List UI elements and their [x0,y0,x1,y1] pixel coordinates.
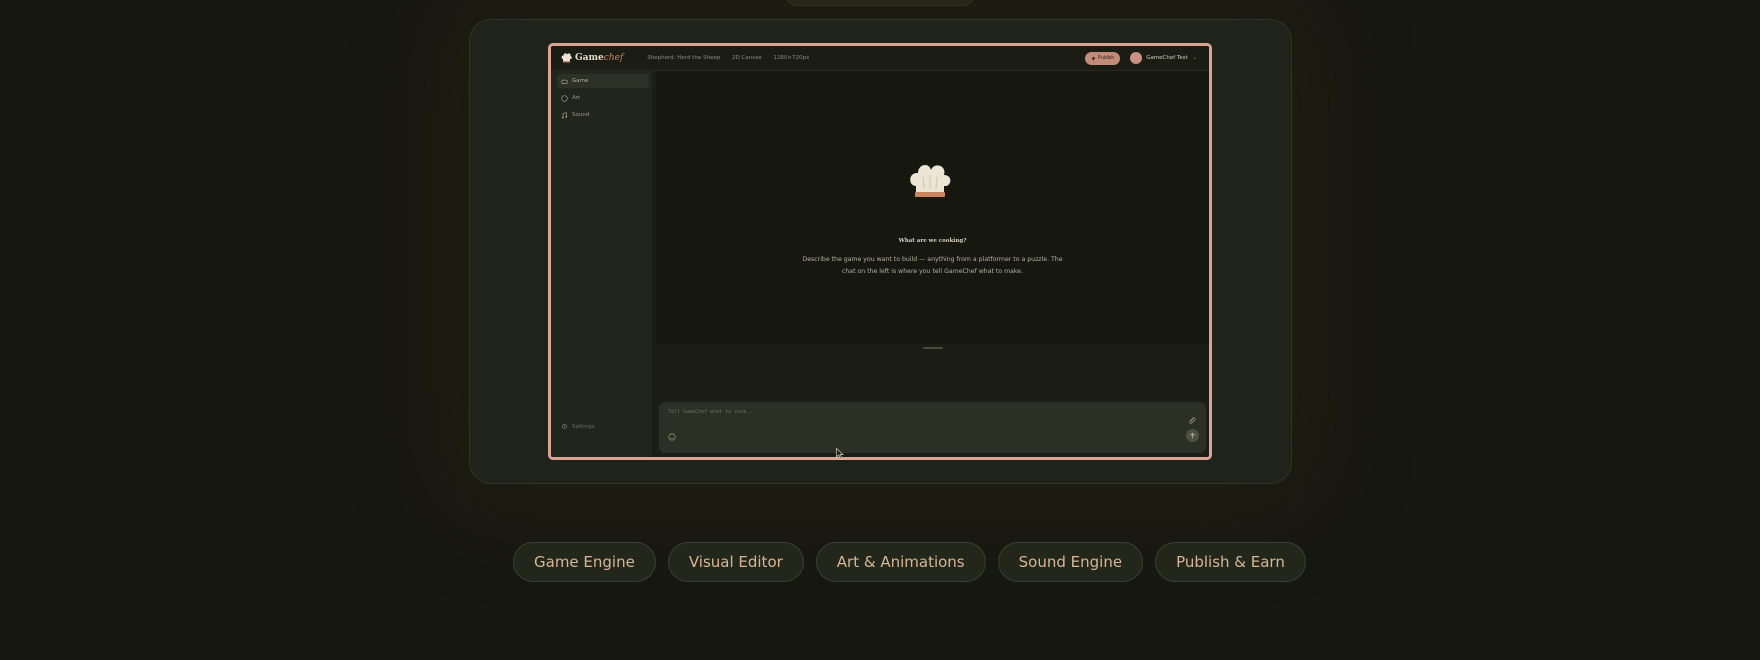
publish-button[interactable]: Publish [1084,51,1121,65]
breadcrumb-resolution: 1280×720px [773,55,810,61]
breadcrumb-separator: · [725,55,727,61]
feature-game-engine[interactable]: Game Engine [513,542,656,582]
sidebar-item-art[interactable]: Art [557,91,649,105]
sidebar-item-label: Art [572,95,581,101]
feature-art-animations[interactable]: Art & Animations [815,542,986,582]
chat-placeholder: Tell GameChef what to cook... [668,409,756,415]
chef-hat-icon [910,164,951,197]
breadcrumb: Shepherd: Herd the Sheep · 2D Canvas · 1… [647,55,809,61]
app-header: Game chef Shepherd: Herd the Sheep · 2D … [551,46,1209,71]
user-name: GameChef Test [1146,55,1188,61]
arrow-up-icon [1190,432,1195,439]
breadcrumb-separator: · [766,55,769,61]
sidebar-item-game[interactable]: Game [557,74,649,88]
breadcrumb-canvas-type: 2D Canvas [731,55,762,61]
emoji-icon[interactable] [668,433,676,441]
logo[interactable]: Game chef [561,53,623,63]
resize-handle[interactable] [923,347,943,349]
top-nav-pill[interactable] [784,0,976,6]
feature-publish-earn[interactable]: Publish & Earn [1155,542,1306,582]
paperclip-icon[interactable] [1187,416,1196,425]
game-preview: What are we cooking? Describe the game y… [656,71,1209,344]
chef-hat-icon [561,53,572,63]
avatar [1130,52,1143,64]
feature-list: Game Engine Visual Editor Art & Animatio… [513,542,1306,582]
sidebar-item-settings[interactable]: Settings [561,423,595,430]
header-actions: Publish GameChef Test ⌄ [1084,51,1197,65]
breadcrumb-project[interactable]: Shepherd: Herd the Sheep [647,55,720,61]
chevron-down-icon: ⌄ [1192,55,1197,61]
user-menu[interactable]: GameChef Test ⌄ [1130,52,1197,64]
sidebar-item-label: Sound [572,112,590,118]
sidebar-settings-label: Settings [572,423,595,430]
logo-word-chef: chef [603,53,624,63]
sidebar-item-label: Game [572,78,589,84]
publish-label: Publish [1097,55,1115,61]
empty-state-description: Describe the game you want to build — an… [802,256,1063,275]
feature-sound-engine[interactable]: Sound Engine [997,542,1144,582]
app-screenshot: Game chef Shepherd: Herd the Sheep · 2D … [548,43,1212,460]
music-icon [561,111,568,119]
sidebar: Game Art Sound Settings ‹ [551,71,652,457]
sidebar-item-sound[interactable]: Sound [557,108,649,122]
gamepad-icon [561,79,568,84]
logo-word-game: Game [575,53,604,63]
palette-icon [561,94,568,102]
empty-state-title: What are we cooking? [898,238,967,244]
mouse-cursor-icon [836,448,844,459]
chat-input[interactable]: Tell GameChef what to cook... [659,402,1206,453]
publish-icon [1091,56,1096,60]
gear-icon [561,423,568,430]
send-button[interactable] [1186,429,1199,442]
feature-visual-editor[interactable]: Visual Editor [667,542,804,582]
